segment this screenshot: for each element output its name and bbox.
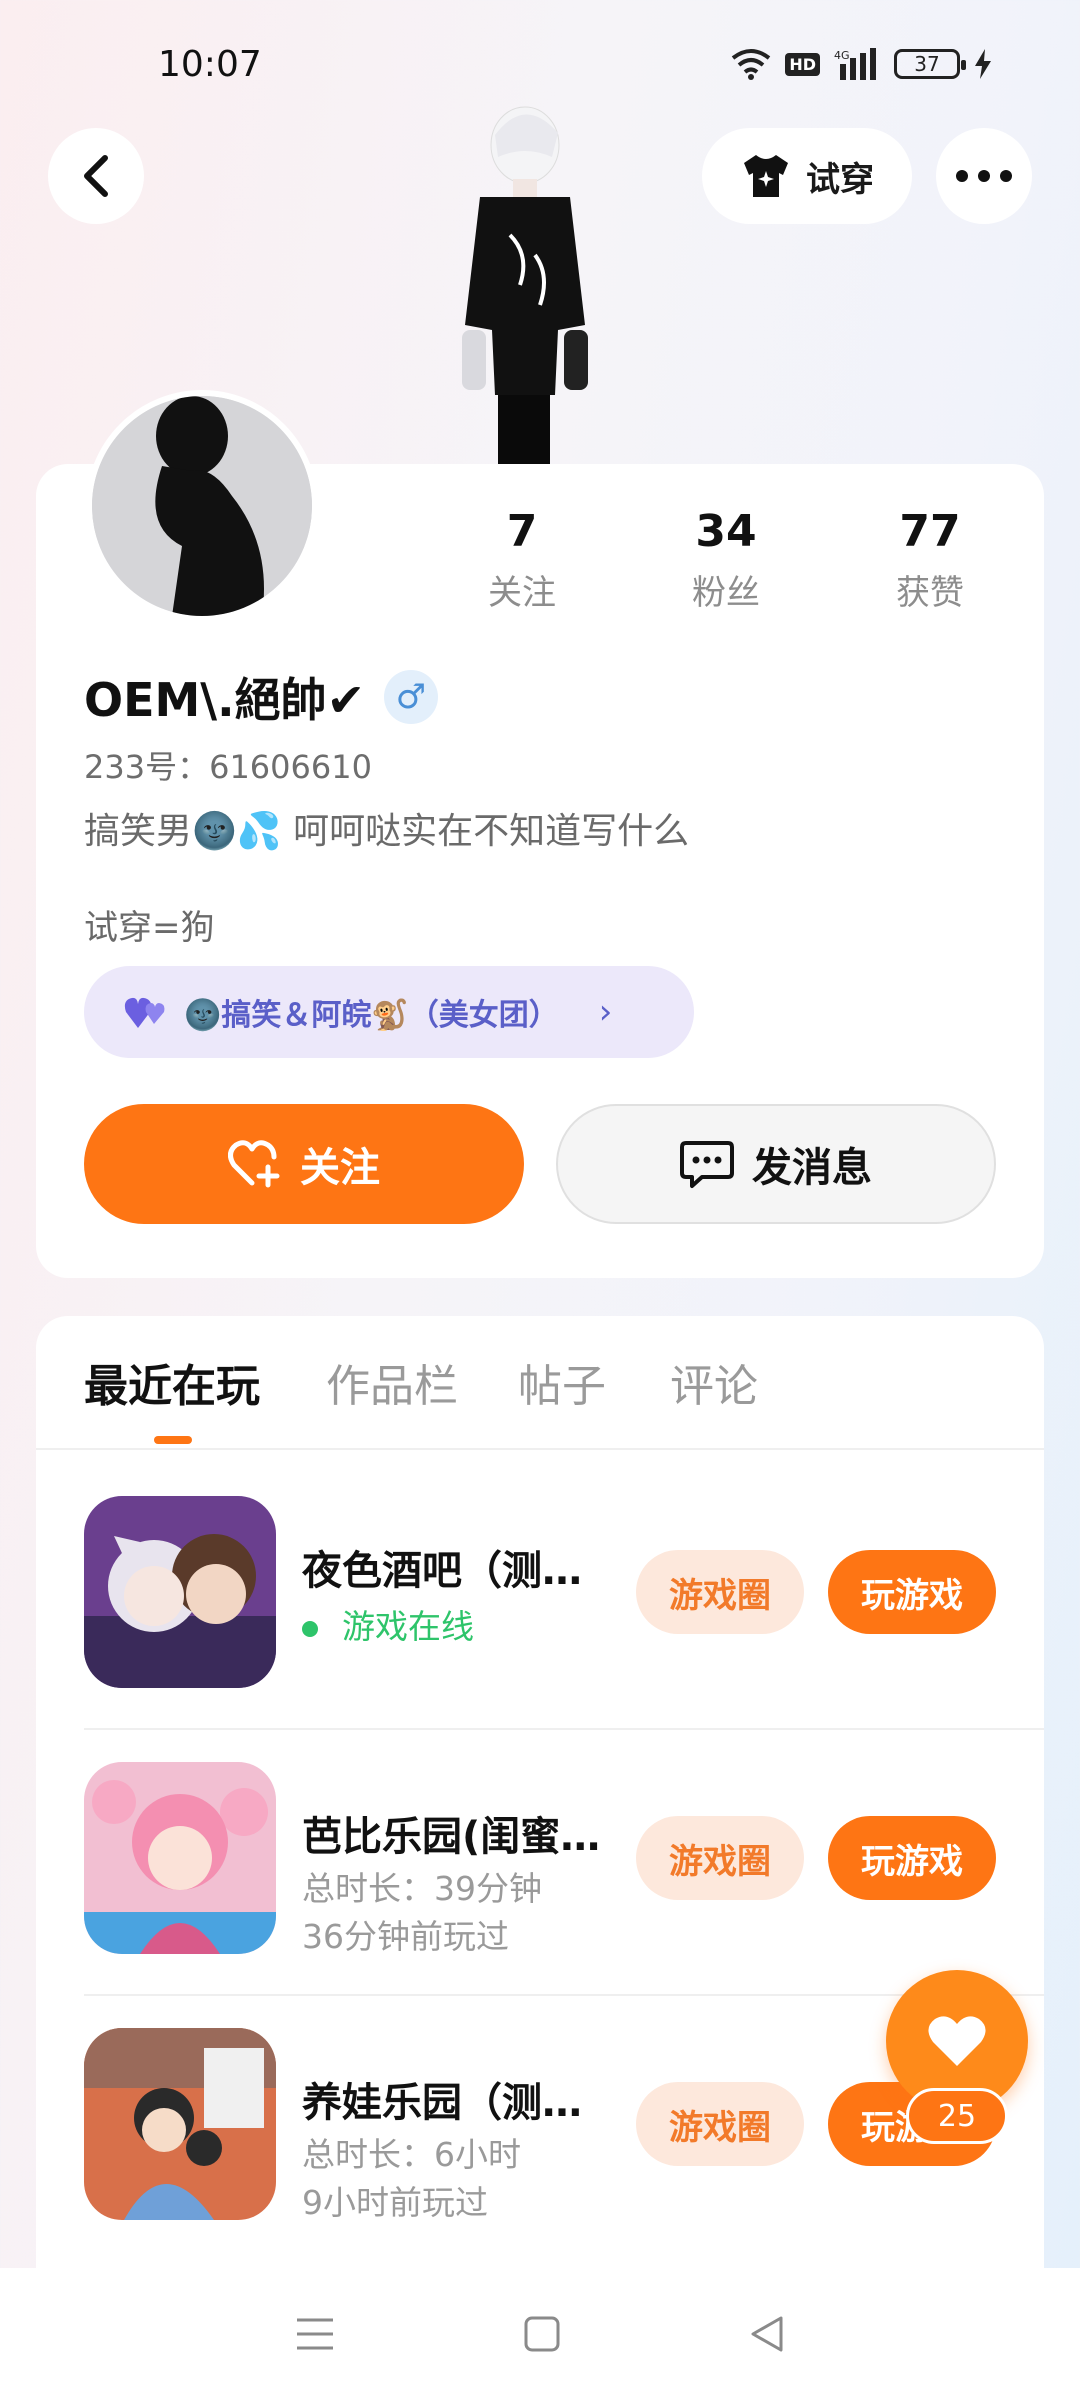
system-nav-bar — [0, 2268, 1080, 2400]
bio-line-1: 搞笑男🌚💦 呵呵哒实在不知道写什么 — [84, 811, 690, 852]
game-last-played: 36分钟前玩过 — [302, 1917, 509, 1956]
game-name: 养娃乐园（测试版） — [302, 2080, 612, 2126]
bio-line-2: 试穿=狗 — [84, 908, 215, 948]
chevron-left-icon — [84, 155, 108, 197]
stat-likes[interactable]: 77 获赞 — [860, 506, 1000, 614]
online-dot-icon — [302, 1620, 318, 1637]
game-icon[interactable] — [84, 1762, 276, 1954]
more-button[interactable] — [936, 128, 1032, 224]
avatar-silhouette-icon — [92, 396, 312, 616]
try-on-button[interactable]: 试穿 — [702, 128, 912, 224]
stat-following[interactable]: 7 关注 — [452, 506, 592, 614]
charging-icon — [975, 49, 991, 79]
stat-fans[interactable]: 34 粉丝 — [656, 506, 796, 614]
game-playtime: 总时长：6小时 — [302, 2135, 521, 2174]
user-id[interactable]: 233号：61606610 — [84, 742, 372, 788]
status-icons: HD 4G 37 — [731, 48, 992, 80]
battery-icon: 37 — [894, 49, 966, 79]
group-pill[interactable]: 🌚搞笑＆阿皖🐒（美女团） › — [84, 966, 694, 1058]
game-icon[interactable] — [84, 1496, 276, 1688]
stat-fans-label: 粉丝 — [692, 573, 760, 613]
back-triangle-icon[interactable] — [749, 2315, 785, 2353]
tshirt-icon — [744, 155, 788, 197]
home-icon[interactable] — [524, 2316, 560, 2352]
stat-likes-label: 获赞 — [896, 573, 964, 613]
stat-following-value: 7 — [506, 506, 538, 557]
game-circle-button[interactable]: 游戏圈 — [636, 1816, 804, 1900]
stat-fans-value: 34 — [695, 506, 757, 557]
chat-bubble-icon — [680, 1141, 734, 1188]
message-label: 发消息 — [752, 1145, 872, 1191]
game-last-played: 9小时前玩过 — [302, 2183, 488, 2222]
heart-icon — [928, 2016, 986, 2066]
avatar-figure — [462, 106, 588, 465]
row-divider — [84, 1994, 1044, 1996]
avatar[interactable] — [86, 390, 318, 622]
game-row[interactable]: 芭比乐园(闺蜜版) 总时长：39分钟 36分钟前玩过 游戏圈 玩游戏 — [84, 1762, 1044, 2028]
wifi-icon — [732, 49, 771, 80]
game-circle-button[interactable]: 游戏圈 — [636, 1550, 804, 1634]
heart-plus-icon — [228, 1140, 280, 1188]
tab-comments[interactable]: 评论 — [670, 1350, 758, 1414]
group-label: 🌚搞笑＆阿皖🐒（美女团） — [184, 998, 559, 1033]
game-row[interactable]: 夜色酒吧（测试版） 游戏在线 游戏圈 玩游戏 — [84, 1496, 1044, 1762]
message-button[interactable]: 发消息 — [556, 1104, 996, 1224]
tab-divider — [36, 1448, 1044, 1450]
menu-icon[interactable] — [295, 2316, 335, 2352]
tab-recently-played[interactable]: 最近在玩 — [84, 1350, 260, 1414]
signal-icon: 4G — [834, 48, 876, 80]
stat-likes-value: 77 — [899, 506, 961, 557]
play-game-button[interactable]: 玩游戏 — [828, 1550, 996, 1634]
more-dots-icon — [956, 170, 1012, 182]
hearts-icon — [124, 997, 165, 1028]
game-circle-button[interactable]: 游戏圈 — [636, 2082, 804, 2166]
row-divider — [84, 1728, 1044, 1730]
status-time: 10:07 — [158, 44, 262, 85]
username: OEM\.絕帥✔ — [84, 673, 366, 727]
game-playtime: 总时长：39分钟 — [302, 1869, 542, 1908]
game-icon[interactable] — [84, 2028, 276, 2220]
follow-label: 关注 — [300, 1145, 380, 1191]
back-button[interactable] — [48, 128, 144, 224]
stat-following-label: 关注 — [488, 573, 556, 613]
try-on-label: 试穿 — [806, 159, 874, 200]
tab-works[interactable]: 作品栏 — [326, 1350, 458, 1414]
follow-button[interactable]: 关注 — [84, 1104, 524, 1224]
game-name: 夜色酒吧（测试版） — [302, 1548, 612, 1594]
chevron-right-icon: › — [598, 992, 613, 1032]
tab-indicator — [154, 1436, 192, 1444]
like-count-badge: 25 — [906, 2088, 1008, 2144]
game-name: 芭比乐园(闺蜜版) — [302, 1814, 612, 1860]
game-status: 游戏在线 — [302, 1600, 474, 1648]
play-game-button[interactable]: 玩游戏 — [828, 1816, 996, 1900]
hd-icon: HD — [785, 52, 820, 76]
tab-posts[interactable]: 帖子 — [518, 1350, 606, 1414]
male-gender-icon: ♂ — [384, 670, 438, 724]
svg-text:4G: 4G — [834, 49, 850, 62]
